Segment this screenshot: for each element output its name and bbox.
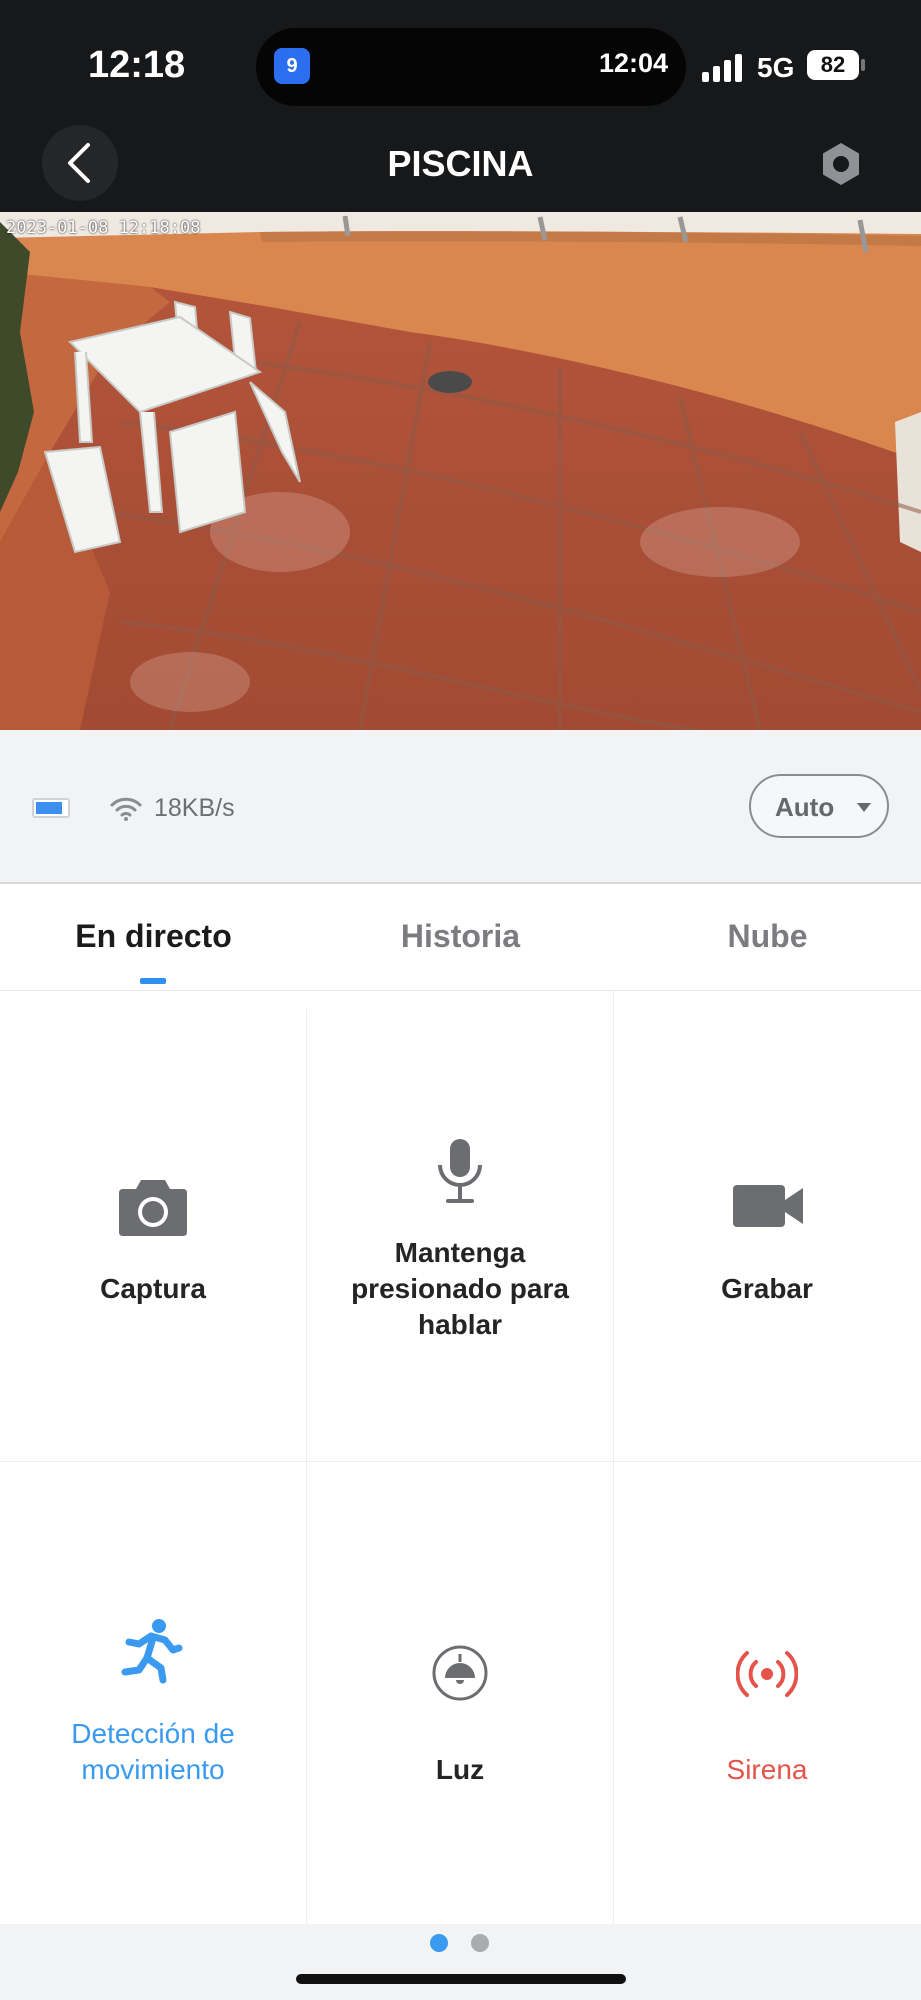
quality-label: Auto bbox=[775, 792, 835, 822]
video-timestamp: 2023-01-08 12:18:08 bbox=[6, 218, 201, 238]
video-camera-icon bbox=[733, 1185, 803, 1227]
page-dot[interactable] bbox=[471, 1934, 489, 1952]
tab-bar: En directo Historia Nube bbox=[0, 884, 921, 991]
island-time: 12:04 bbox=[598, 48, 668, 78]
tab-history[interactable]: Historia bbox=[307, 918, 614, 955]
tab-cloud[interactable]: Nube bbox=[614, 918, 921, 955]
battery-icon: 82 bbox=[807, 50, 859, 80]
motion-detection-label: Detección de movimiento bbox=[71, 1718, 235, 1785]
status-bar: 12:18 9 12:04 5G 82 bbox=[0, 0, 921, 125]
page-dot-active[interactable] bbox=[430, 1934, 448, 1952]
quality-dropdown[interactable]: Auto bbox=[749, 774, 889, 838]
active-tab-indicator bbox=[140, 978, 166, 984]
capture-label: Captura bbox=[100, 1273, 206, 1304]
siren-label: Sirena bbox=[726, 1754, 808, 1785]
dynamic-island: 9 12:04 bbox=[256, 28, 686, 106]
controls-grid: Captura Mantenga presionado para hablar … bbox=[0, 991, 921, 1924]
tab-live[interactable]: En directo bbox=[0, 918, 307, 955]
nav-bar: PISCINA bbox=[0, 125, 921, 212]
talk-label: Mantenga presionado para hablar bbox=[351, 1237, 569, 1340]
record-label: Grabar bbox=[721, 1273, 813, 1304]
live-video-view[interactable]: 2023-01-08 12:18:08 bbox=[0, 212, 921, 730]
island-app-badge: 9 bbox=[274, 48, 310, 84]
microphone-icon bbox=[438, 1139, 482, 1203]
hexagon-settings-icon bbox=[823, 143, 859, 185]
record-button[interactable]: Grabar bbox=[614, 991, 920, 1461]
caret-down-icon bbox=[857, 803, 871, 812]
motion-detection-button[interactable]: Detección de movimiento bbox=[0, 1462, 306, 1924]
talk-button[interactable]: Mantenga presionado para hablar bbox=[307, 991, 613, 1461]
signal-icon bbox=[702, 52, 746, 82]
page-indicator bbox=[0, 1924, 921, 2000]
status-time: 12:18 bbox=[88, 44, 186, 86]
camera-feed-image bbox=[0, 212, 921, 730]
camera-battery-icon bbox=[32, 798, 70, 818]
home-indicator[interactable] bbox=[296, 1974, 626, 1984]
stream-speed: 18KB/s bbox=[154, 794, 235, 822]
light-label: Luz bbox=[435, 1754, 485, 1785]
siren-icon bbox=[736, 1651, 798, 1697]
battery-tip bbox=[861, 59, 865, 71]
network-type: 5G bbox=[757, 52, 795, 83]
running-person-icon bbox=[121, 1619, 183, 1684]
wifi-icon bbox=[110, 797, 142, 821]
siren-button[interactable]: Sirena bbox=[614, 1462, 920, 1924]
page-title: PISCINA bbox=[387, 143, 534, 184]
capture-button[interactable]: Captura bbox=[0, 991, 306, 1461]
stream-info-bar: 18KB/s Auto bbox=[0, 730, 921, 884]
camera-icon bbox=[119, 1180, 187, 1236]
settings-button[interactable] bbox=[816, 139, 866, 189]
lamp-icon bbox=[432, 1645, 488, 1701]
light-button[interactable]: Luz bbox=[307, 1462, 613, 1924]
